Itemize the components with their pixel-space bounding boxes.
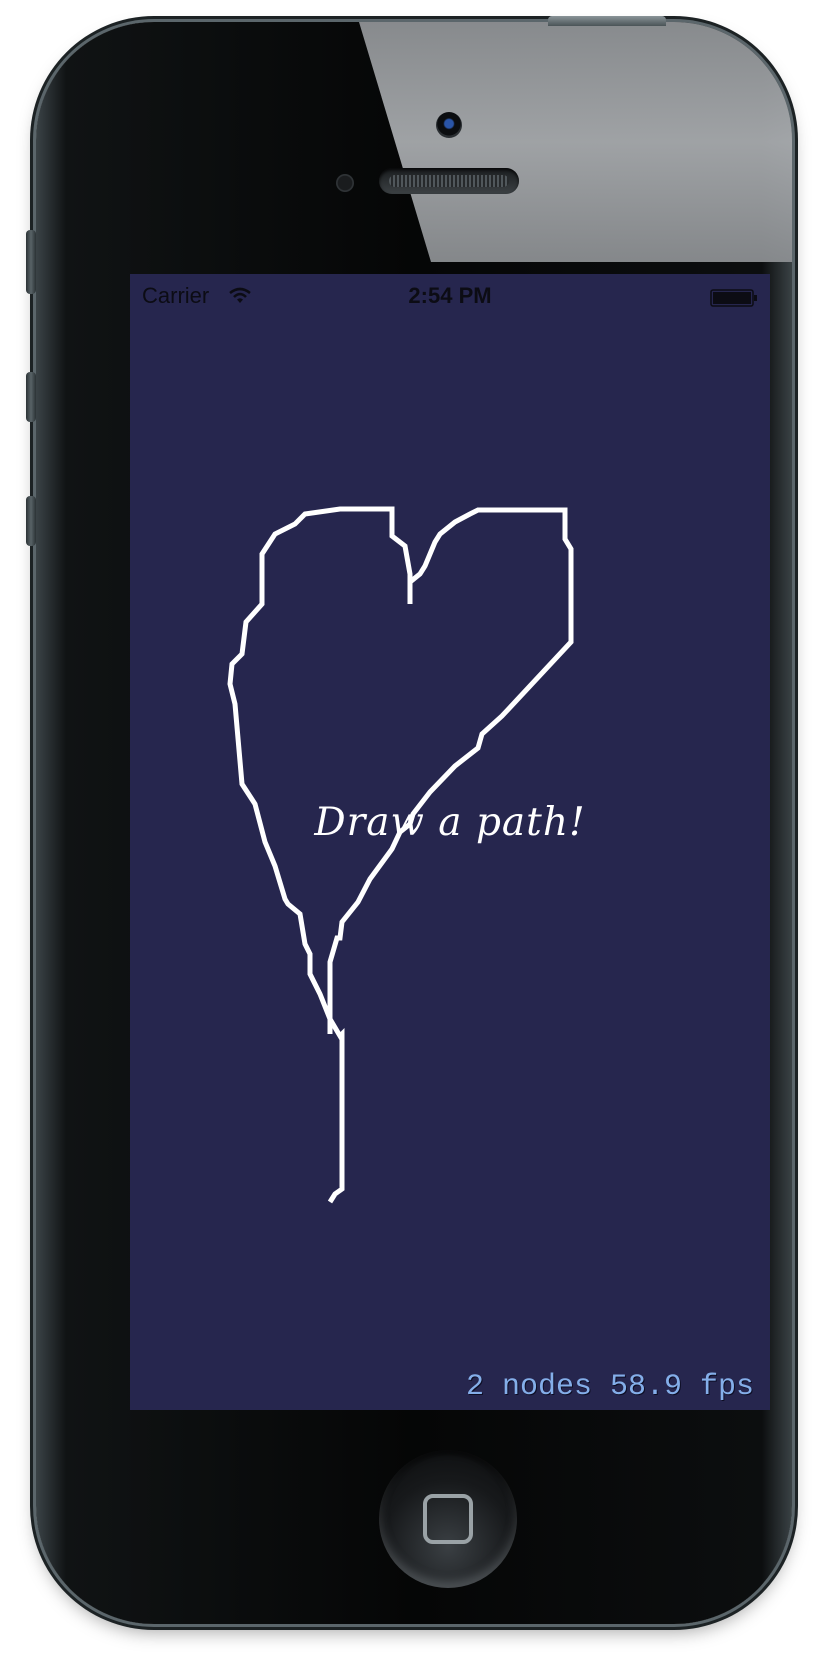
phone-glare [359, 22, 792, 262]
drawn-path [227, 506, 574, 1204]
home-button[interactable] [379, 1450, 517, 1588]
front-camera [436, 112, 462, 138]
volume-down-button[interactable] [26, 496, 36, 546]
mute-switch[interactable] [26, 230, 36, 294]
app-screen[interactable]: Carrier 2:54 PM Draw a path! 2 nodes 58.… [130, 274, 770, 1410]
phone-device-frame: Carrier 2:54 PM Draw a path! 2 nodes 58.… [36, 22, 792, 1624]
earpiece-speaker [379, 168, 519, 194]
sleep-wake-button[interactable] [548, 16, 666, 26]
home-square-icon [423, 1494, 473, 1544]
proximity-sensor [336, 174, 354, 192]
stage: Carrier 2:54 PM Draw a path! 2 nodes 58.… [0, 0, 828, 1668]
node-fps-counter: 2 nodes 58.9 fps [465, 1370, 754, 1404]
volume-up-button[interactable] [26, 372, 36, 422]
draw-prompt-label: Draw a path! [314, 800, 586, 845]
